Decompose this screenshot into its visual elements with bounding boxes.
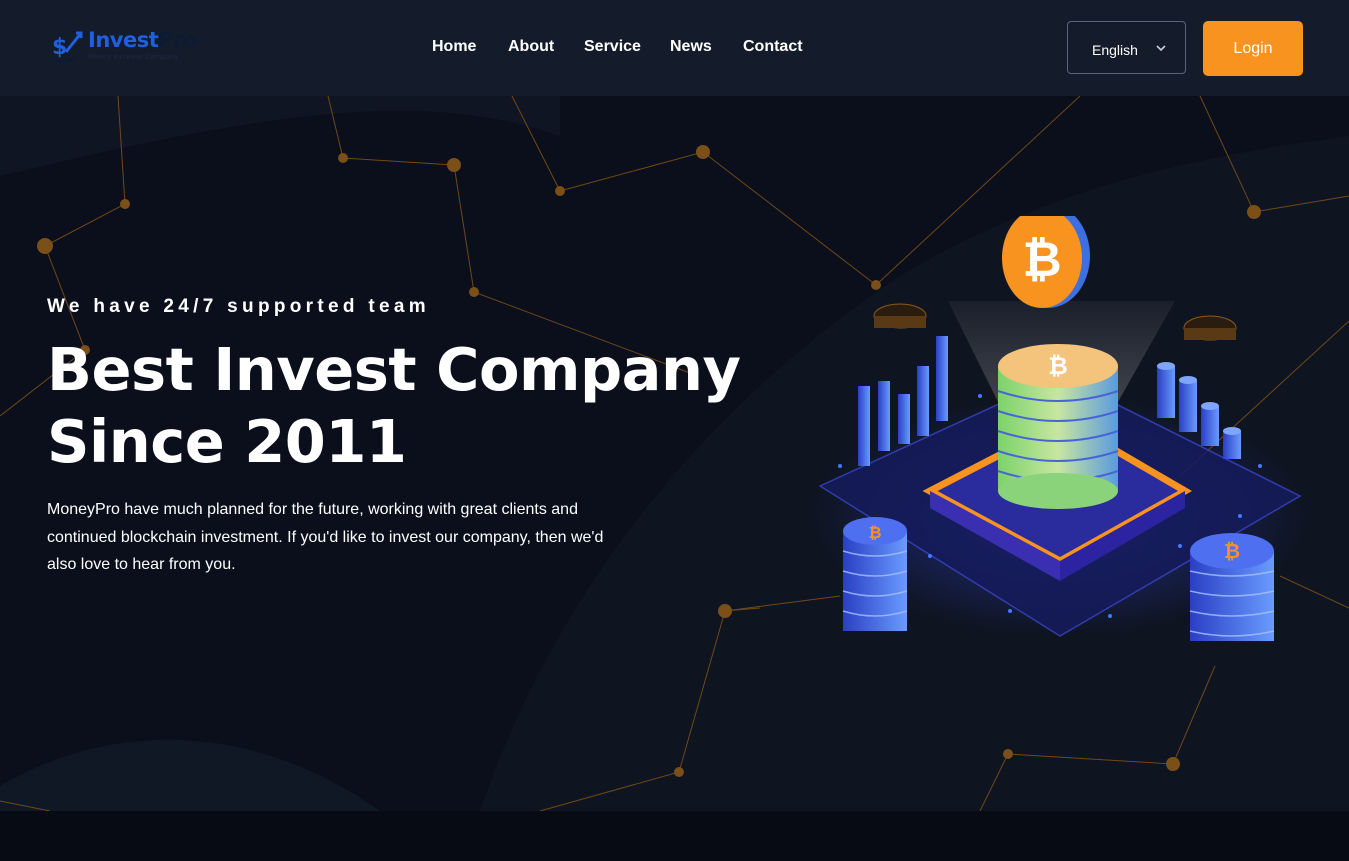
page-bottom-band bbox=[0, 811, 1349, 861]
hero-headline-line1: Best Invest Company bbox=[47, 335, 741, 404]
hero-headline: Best Invest Company Since 2011 bbox=[47, 334, 741, 478]
nav-contact[interactable]: Contact bbox=[743, 38, 803, 56]
language-select-value: English bbox=[1092, 42, 1138, 58]
svg-text:$: $ bbox=[52, 35, 67, 60]
login-button[interactable]: Login bbox=[1203, 21, 1303, 76]
hero-headline-line2: Since 2011 bbox=[47, 407, 407, 476]
svg-text:₿: ₿ bbox=[1022, 232, 1061, 288]
logo-wordmark: InvestPro bbox=[88, 28, 197, 52]
logo[interactable]: $ InvestPro Money Increase Company bbox=[50, 28, 200, 66]
nav-service[interactable]: Service bbox=[584, 38, 641, 56]
svg-text:₿: ₿ bbox=[1224, 539, 1240, 563]
nav-news[interactable]: News bbox=[670, 38, 712, 56]
nav-home[interactable]: Home bbox=[432, 38, 476, 56]
svg-text:₿: ₿ bbox=[868, 523, 881, 542]
nav-about[interactable]: About bbox=[508, 38, 554, 56]
site-header: $ InvestPro Money Increase Company Home … bbox=[0, 0, 1349, 96]
svg-text:₿: ₿ bbox=[1048, 352, 1068, 380]
logo-tagline: Money Increase Company bbox=[88, 53, 179, 61]
language-select[interactable]: English bbox=[1067, 21, 1186, 74]
chevron-down-icon bbox=[1156, 45, 1166, 52]
hero-section: We have 24/7 supported team Best Invest … bbox=[0, 96, 1349, 811]
hero-eyebrow: We have 24/7 supported team bbox=[47, 296, 430, 317]
hero-description: MoneyPro have much planned for the futur… bbox=[47, 501, 604, 573]
crypto-illustration: ₿ ₿ ₿ ₿ bbox=[810, 216, 1310, 641]
logo-mark-icon: $ bbox=[52, 31, 83, 64]
